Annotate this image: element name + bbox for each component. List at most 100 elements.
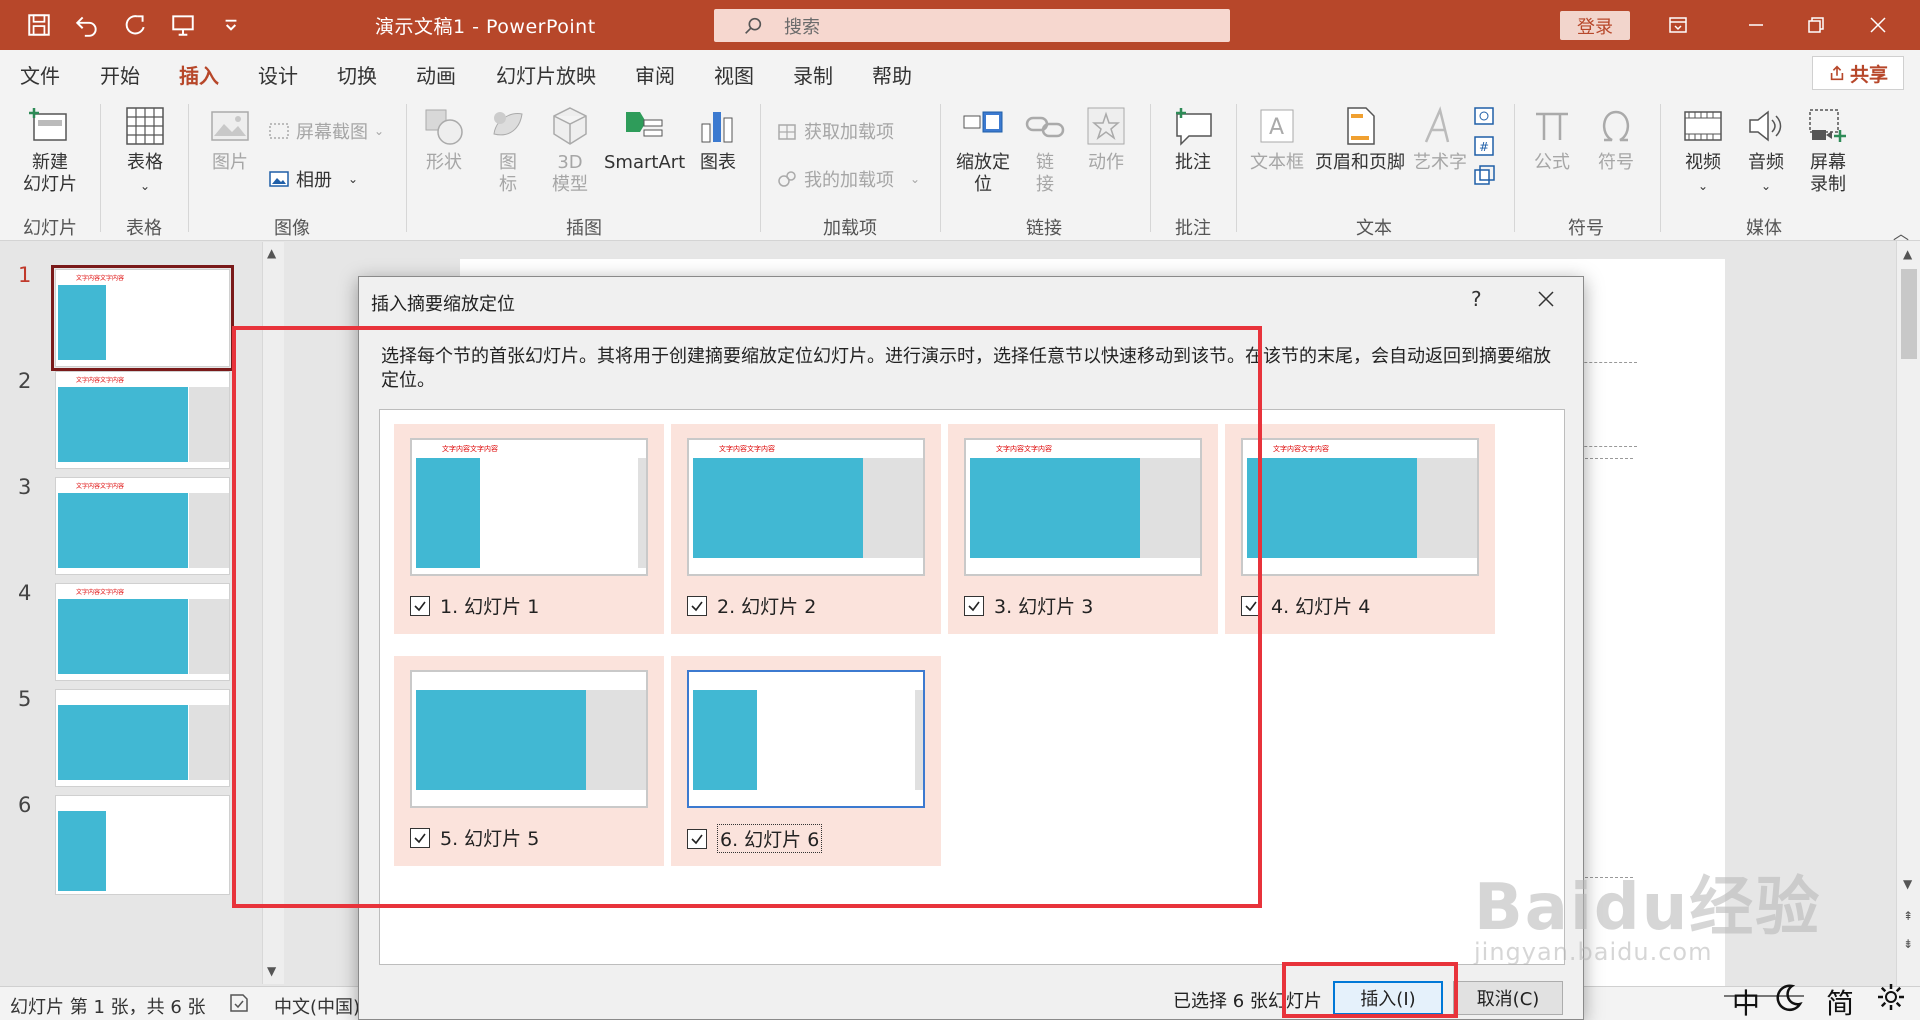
- undo-icon[interactable]: [70, 9, 104, 41]
- ime-moon-icon[interactable]: [1774, 982, 1808, 1016]
- audio-button[interactable]: 音频 ⌄: [1736, 104, 1796, 197]
- chevron-down-icon: ⌄: [374, 124, 385, 138]
- tab-view[interactable]: 视图: [714, 60, 754, 89]
- table-button[interactable]: 表格 ⌄: [112, 104, 178, 197]
- slide-number: 1: [18, 263, 32, 287]
- present-from-start-icon[interactable]: [166, 9, 200, 41]
- slide-number: 6: [18, 793, 32, 817]
- screenshot-button[interactable]: 屏幕截图 ⌄: [268, 118, 384, 144]
- equation-button[interactable]: 公式: [1524, 104, 1580, 174]
- scroll-up-icon[interactable]: ▲: [1903, 247, 1912, 261]
- smartart-icon: [626, 112, 663, 137]
- ime-chinese-mode[interactable]: 中: [1732, 982, 1760, 1020]
- scroll-thumb[interactable]: [1901, 269, 1917, 359]
- tab-record[interactable]: 录制: [793, 60, 833, 89]
- help-button[interactable]: ?: [1471, 287, 1482, 311]
- restore-icon[interactable]: [1786, 8, 1846, 42]
- action-label: 动作: [1088, 152, 1124, 173]
- 3d-models-label: 3D 模型: [552, 152, 588, 195]
- language-indicator[interactable]: 中文(中国): [274, 993, 360, 1019]
- chart-button[interactable]: 图表: [690, 104, 746, 174]
- group-label-slides: 幻灯片: [23, 218, 77, 239]
- screen-recording-button[interactable]: 屏幕 录制: [1798, 104, 1858, 196]
- thumb-title: 文字内容文字内容: [76, 275, 125, 282]
- tab-home[interactable]: 开始: [100, 60, 140, 89]
- minimize-icon[interactable]: [1726, 8, 1786, 42]
- smartart-button[interactable]: SmartArt: [604, 104, 685, 174]
- tab-file[interactable]: 文件: [20, 60, 60, 89]
- accessibility-icon[interactable]: [228, 992, 250, 1019]
- picture-button[interactable]: 图片: [200, 104, 260, 174]
- slide-item-4[interactable]: 文字内容文字内容 4. 幻灯片 4: [1225, 424, 1495, 634]
- scroll-down-icon[interactable]: ▼: [267, 964, 276, 978]
- action-button[interactable]: 动作: [1076, 104, 1136, 174]
- redo-icon[interactable]: [118, 9, 152, 41]
- customize-qat-icon[interactable]: [214, 9, 248, 41]
- screenshot-icon: [269, 123, 289, 139]
- textbox-button[interactable]: A 文本框: [1244, 104, 1310, 174]
- tab-review[interactable]: 审阅: [635, 60, 675, 89]
- tab-design[interactable]: 设计: [258, 60, 298, 89]
- chart-icon: [701, 112, 733, 143]
- header-footer-label: 页眉和页脚: [1315, 152, 1405, 173]
- link-icon: [1025, 116, 1065, 138]
- slide-thumbnail-1[interactable]: 文字内容文字内容: [51, 265, 234, 371]
- date-time-icon[interactable]: [1472, 104, 1496, 128]
- slide-thumbnail-2[interactable]: 文字内容文字内容: [55, 371, 230, 469]
- scroll-down-icon[interactable]: ▼: [1903, 877, 1912, 891]
- my-addins-button[interactable]: 我的加载项 ⌄: [776, 166, 920, 192]
- next-slide-icon[interactable]: ⇟: [1903, 937, 1913, 951]
- wordart-label: 艺术字: [1413, 152, 1467, 173]
- tab-help[interactable]: 帮助: [872, 60, 912, 89]
- photo-album-button[interactable]: 相册 ⌄: [268, 166, 358, 192]
- zoom-label: 缩放定 位: [956, 152, 1010, 195]
- save-icon[interactable]: [22, 9, 56, 41]
- share-button[interactable]: 共享: [1812, 56, 1904, 90]
- addins-icon: [778, 171, 796, 187]
- link-button[interactable]: 链 接: [1020, 104, 1070, 196]
- cancel-button[interactable]: 取消(C): [1453, 981, 1563, 1015]
- thumb-shape: [58, 493, 188, 568]
- thumb-shape: [189, 599, 229, 674]
- shapes-label: 形状: [426, 152, 462, 173]
- slide-thumbnail-6[interactable]: [55, 795, 230, 895]
- group-label-media: 媒体: [1746, 218, 1782, 239]
- tab-transitions[interactable]: 切换: [337, 60, 377, 89]
- slide-thumbnail-3[interactable]: 文字内容文字内容: [55, 477, 230, 575]
- ribbon-display-options-icon[interactable]: [1648, 8, 1708, 42]
- previous-slide-icon[interactable]: ⇞: [1903, 909, 1913, 923]
- video-button[interactable]: 视频 ⌄: [1672, 104, 1734, 197]
- ribbon: 新建 幻灯片 幻灯片 表格 ⌄ 表格 图片 屏幕截图 ⌄ 相册 ⌄ 图像 形状 图 标…: [0, 96, 1920, 243]
- title-bar: 演示文稿1 - PowerPoint 搜索 登录: [0, 0, 1920, 50]
- document-title: 演示文稿1 - PowerPoint: [375, 16, 596, 38]
- slide-thumbnail-4[interactable]: 文字内容文字内容: [55, 583, 230, 681]
- 3d-models-button[interactable]: 3D 模型: [540, 104, 600, 196]
- tab-insert[interactable]: 插入: [179, 60, 219, 99]
- ime-settings-gear-icon[interactable]: [1876, 982, 1910, 1016]
- header-footer-button[interactable]: 页眉和页脚: [1310, 104, 1410, 174]
- login-button[interactable]: 登录: [1560, 11, 1630, 40]
- get-addins-button[interactable]: 获取加载项: [776, 118, 894, 144]
- shapes-button[interactable]: 形状: [416, 104, 472, 174]
- close-icon: [1538, 291, 1554, 307]
- icons-button[interactable]: 图 标: [480, 104, 536, 196]
- object-icon[interactable]: [1472, 164, 1496, 188]
- new-slide-button[interactable]: 新建 幻灯片: [12, 104, 88, 196]
- zoom-button[interactable]: 缩放定 位: [948, 104, 1018, 196]
- canvas-scrollbar[interactable]: ▲ ▼ ⇞ ⇟: [1896, 241, 1920, 986]
- ribbon-separator: [406, 104, 407, 232]
- symbol-button[interactable]: 符号: [1588, 104, 1644, 174]
- tab-slideshow[interactable]: 幻灯片放映: [496, 60, 596, 89]
- comment-button[interactable]: 批注: [1160, 104, 1226, 174]
- tab-animations[interactable]: 动画: [416, 60, 456, 89]
- ime-simplified-mode[interactable]: 简: [1826, 982, 1854, 1020]
- thumb-shape: [189, 387, 229, 462]
- wordart-button[interactable]: 艺术字: [1410, 104, 1470, 174]
- slide-thumbnail-5[interactable]: [55, 689, 230, 787]
- dialog-close-button[interactable]: [1531, 285, 1561, 313]
- scroll-up-icon[interactable]: ▲: [267, 246, 276, 260]
- search-box[interactable]: 搜索: [714, 9, 1230, 42]
- slide-number-icon[interactable]: #: [1472, 134, 1496, 158]
- close-window-icon[interactable]: [1848, 8, 1908, 42]
- table-label: 表格: [127, 152, 163, 173]
